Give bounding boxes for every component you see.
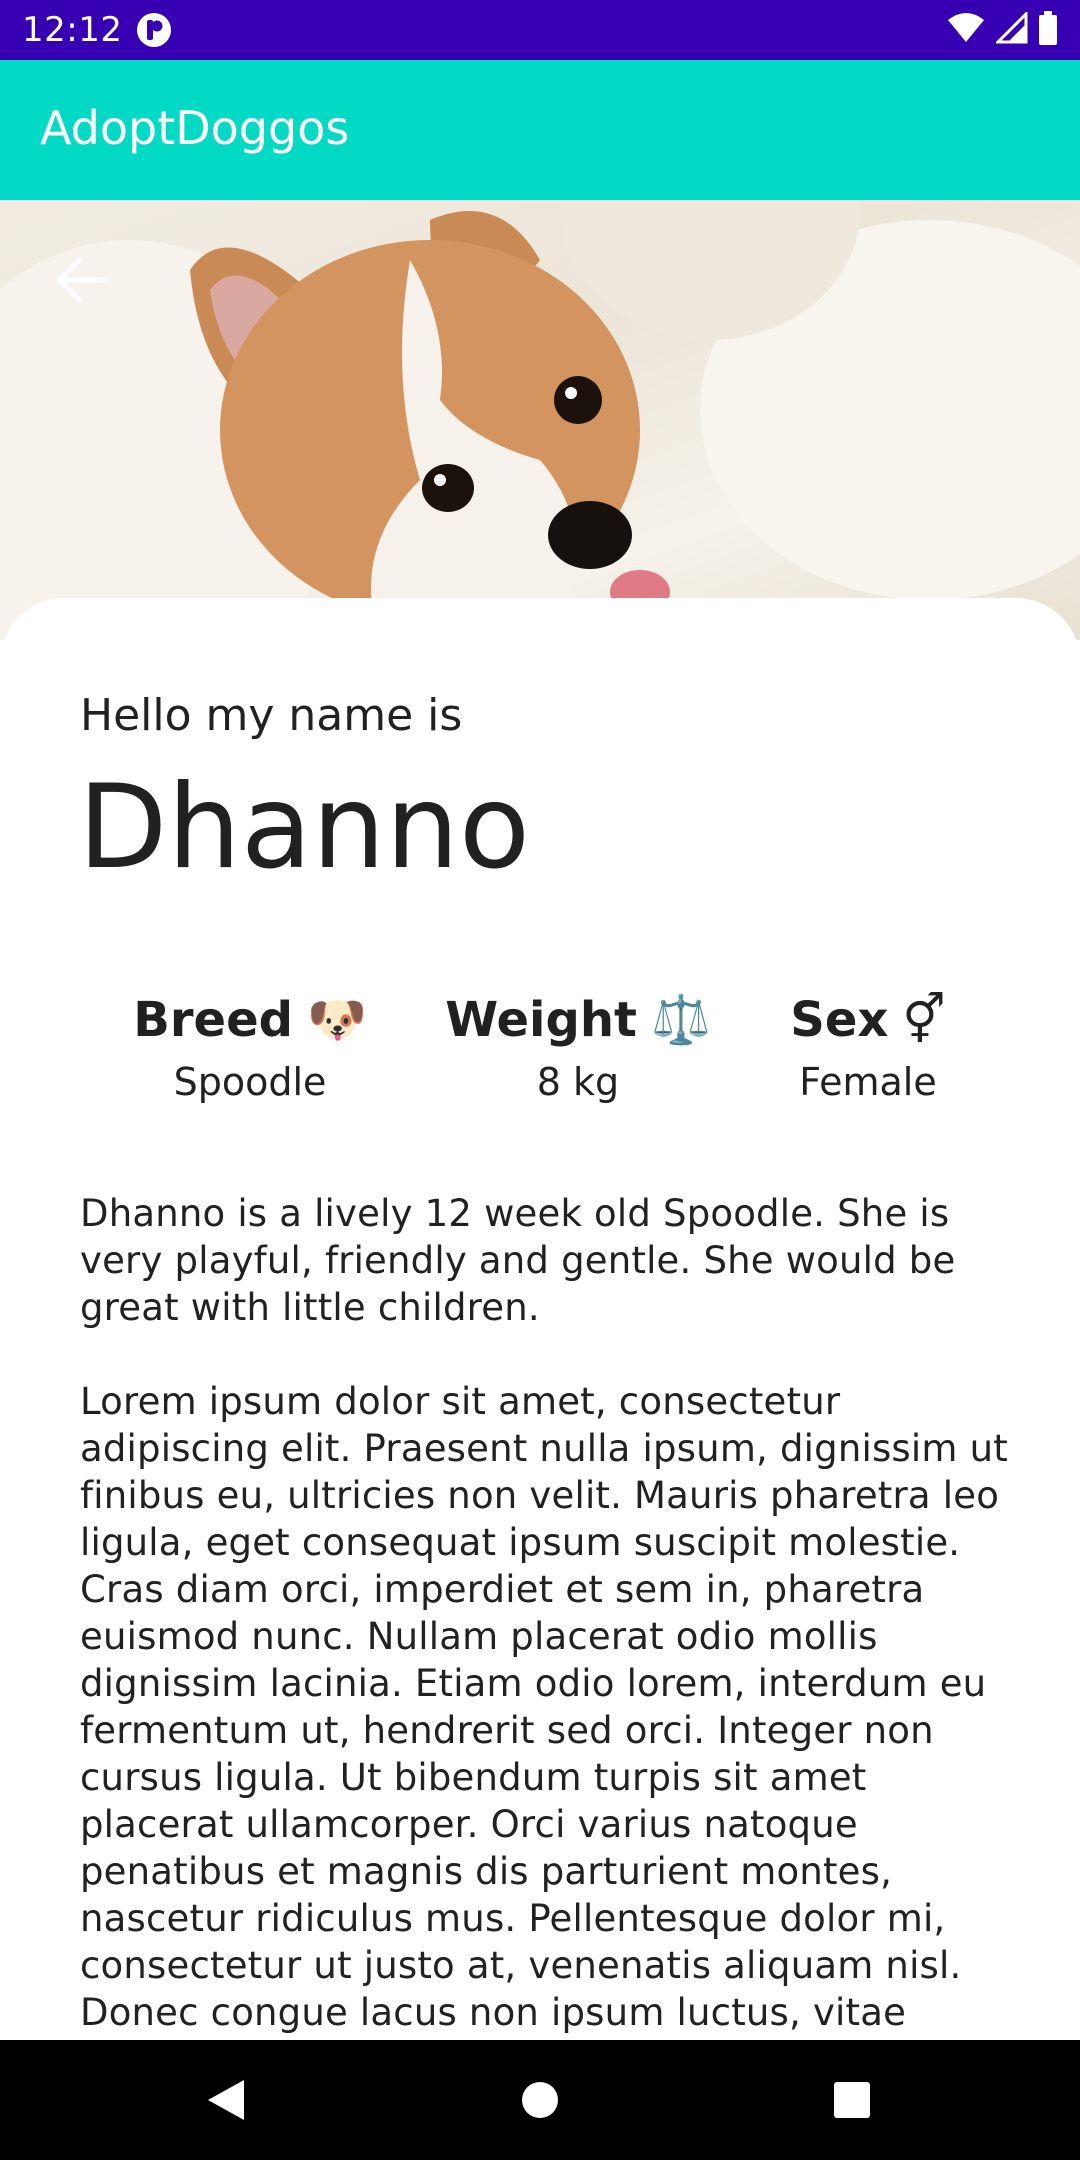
description-paragraph: Dhanno is a lively 12 week old Spoodle. … xyxy=(80,1192,956,1329)
status-bar: 12:12 xyxy=(0,0,1080,60)
arrow-back-icon xyxy=(57,257,107,303)
attribute-title: Sex xyxy=(790,992,889,1048)
attribute-sex: Sex ⚥ Female xyxy=(718,990,1018,1106)
description-paragraph: Lorem ipsum dolor sit amet, consectetur … xyxy=(80,1380,1008,2034)
attribute-value: Spoodle xyxy=(173,1060,327,1104)
back-button[interactable] xyxy=(48,248,112,312)
battery-icon xyxy=(1038,11,1058,49)
signal-icon xyxy=(994,10,1028,48)
system-nav-bar xyxy=(0,2040,1080,2160)
dog-details-card: Hello my name is Dhanno Breed 🐶 Spoodle … xyxy=(0,598,1080,2040)
dog-name: Dhanno xyxy=(78,760,530,895)
greeting-text: Hello my name is xyxy=(80,690,463,741)
dog-face-icon: 🐶 xyxy=(306,992,367,1048)
attribute-title: Weight xyxy=(445,992,637,1048)
status-time: 12:12 xyxy=(22,10,123,50)
nav-recents-icon xyxy=(834,2082,870,2118)
dog-photo xyxy=(0,200,1080,640)
dog-description: Dhanno is a lively 12 week old Spoodle. … xyxy=(80,1190,1010,2040)
notification-icon xyxy=(136,12,172,48)
nav-home-button[interactable] xyxy=(510,2070,570,2130)
app-bar: AdoptDoggos xyxy=(0,60,1080,200)
attribute-value: Female xyxy=(799,1060,937,1104)
nav-recents-button[interactable] xyxy=(822,2070,882,2130)
attribute-value: 8 kg xyxy=(536,1060,620,1104)
app-title: AdoptDoggos xyxy=(40,101,350,155)
attribute-breed: Breed 🐶 Spoodle xyxy=(100,990,400,1106)
nav-home-icon xyxy=(522,2082,558,2118)
wifi-icon xyxy=(946,12,986,48)
gender-icon: ⚥ xyxy=(902,992,946,1048)
attribute-title: Breed xyxy=(133,992,293,1048)
attribute-weight: Weight ⚖️ 8 kg xyxy=(428,990,728,1106)
puppy-illustration xyxy=(190,211,670,640)
nav-back-button[interactable] xyxy=(196,2070,256,2130)
status-icons xyxy=(946,10,1058,49)
nav-back-icon xyxy=(208,2080,244,2120)
scales-icon: ⚖️ xyxy=(650,992,711,1048)
